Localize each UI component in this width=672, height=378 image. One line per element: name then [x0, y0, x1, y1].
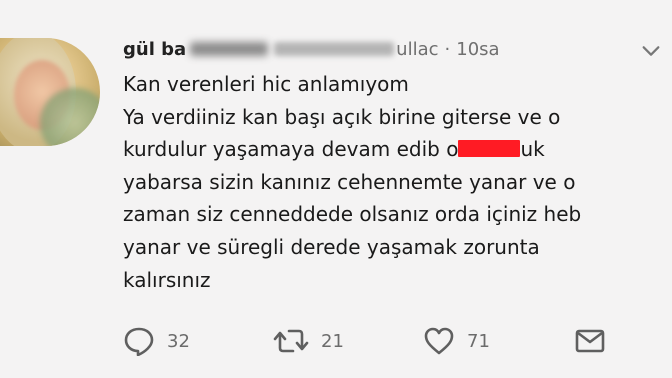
reply-button[interactable]: 32	[123, 324, 190, 358]
action-bar: 32 21 71	[123, 324, 663, 358]
tweet-line: kalırsınız	[123, 267, 211, 292]
reply-count: 32	[167, 330, 190, 352]
tweet-line: yabarsa sizin kanınız cehennemte yanar v…	[123, 169, 576, 194]
retweet-icon	[273, 329, 309, 353]
tweet-line-part: uk	[520, 137, 545, 162]
like-button[interactable]: 71	[423, 324, 490, 358]
timestamp[interactable]: 10sa	[456, 39, 499, 60]
avatar[interactable]	[0, 38, 100, 146]
tweet-line: Ya verdiiniz kan başı açık birine giters…	[123, 104, 561, 129]
like-count: 71	[467, 330, 490, 352]
direct-message-button[interactable]	[575, 324, 605, 358]
username-handle[interactable]: ullac	[396, 39, 438, 60]
tweet-line-part: kurdulur yaşamaya devam edib o	[123, 137, 459, 162]
display-name[interactable]: gül ba	[123, 39, 186, 60]
retweet-count: 21	[321, 330, 344, 352]
tweet-header: gül ba ullac · 10sa	[123, 37, 500, 61]
redaction-bar	[458, 140, 521, 158]
envelope-icon	[575, 329, 605, 353]
retweet-button[interactable]: 21	[273, 324, 344, 358]
tweet-card[interactable]: gül ba ullac · 10sa Kan verenleri hic an…	[0, 0, 672, 378]
chevron-down-icon[interactable]	[640, 40, 662, 62]
tweet-text: Kan verenleri hic anlamıyom Ya verdiiniz…	[123, 68, 663, 296]
display-name-blur	[190, 42, 269, 56]
reply-icon	[124, 327, 154, 356]
tweet-line: kurdulur yaşamaya devam edib o uk	[123, 133, 663, 166]
tweet-line: yanar ve süregli derede yaşamak zorunta	[123, 234, 540, 259]
heart-icon	[424, 327, 454, 355]
handle-blur	[274, 42, 395, 56]
tweet-line: Kan verenleri hic anlamıyom	[123, 72, 409, 96]
tweet-line: zaman siz cenneddede olsanız orda içiniz…	[123, 202, 582, 227]
separator-dot: ·	[444, 38, 451, 60]
